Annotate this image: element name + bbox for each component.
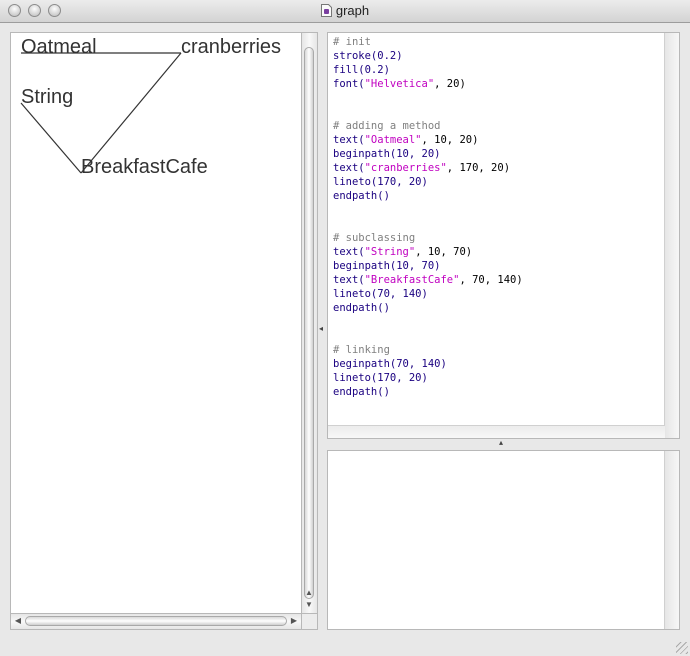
canvas-drawing: Oatmeal cranberries String BreakfastCafe bbox=[20, 36, 281, 178]
code-line: text( bbox=[333, 274, 365, 286]
python-document-icon bbox=[320, 4, 332, 17]
resize-grip-icon[interactable] bbox=[676, 642, 688, 654]
code-line: text( bbox=[333, 162, 365, 174]
code-horizontal-scrollbar[interactable] bbox=[328, 425, 665, 438]
graphics-canvas[interactable]: Oatmeal cranberries String BreakfastCafe bbox=[10, 32, 302, 614]
code-line: beginpath(10, 70) bbox=[333, 260, 441, 272]
code-comment: # adding a method bbox=[333, 120, 441, 132]
split-grip-icon: ◂ bbox=[319, 324, 324, 333]
label-oatmeal: Oatmeal bbox=[21, 36, 97, 58]
code-args: , 170, 20) bbox=[446, 162, 511, 174]
code-vertical-scrollbar[interactable] bbox=[664, 33, 679, 438]
code-editor[interactable]: # init stroke(0.2) fill(0.2) font("Helve… bbox=[327, 32, 680, 439]
code-comment: # linking bbox=[333, 344, 390, 356]
canvas-horizontal-scrollbar[interactable]: ◀ ▶ bbox=[10, 614, 302, 630]
code-comment: # subclassing bbox=[333, 232, 416, 244]
code-args: , 10, 20) bbox=[421, 134, 479, 146]
code-line: text( bbox=[333, 134, 365, 146]
code-args: , 10, 70) bbox=[415, 246, 473, 258]
code-line: font( bbox=[333, 78, 365, 90]
code-line: lineto(70, 140) bbox=[333, 288, 428, 300]
code-args: , 70, 140) bbox=[459, 274, 523, 286]
window-title: graph bbox=[0, 3, 690, 18]
scroll-corner bbox=[302, 614, 318, 630]
canvas-vertical-scrollbar[interactable]: ▲ ▼ bbox=[302, 32, 318, 614]
window-titlebar[interactable]: graph bbox=[0, 0, 690, 23]
code-text[interactable]: # init stroke(0.2) fill(0.2) font("Helve… bbox=[328, 33, 664, 399]
output-console[interactable] bbox=[327, 450, 680, 630]
split-grip-icon: ▴ bbox=[499, 438, 504, 447]
path-string-breakfastcafe bbox=[20, 102, 82, 174]
canvas-horizontal-scroll-thumb[interactable] bbox=[25, 616, 287, 626]
code-line: beginpath(10, 20) bbox=[333, 148, 441, 160]
scroll-right-arrow-icon[interactable]: ▶ bbox=[287, 616, 301, 626]
canvas-vertical-scroll-thumb[interactable] bbox=[304, 47, 314, 599]
code-line: endpath() bbox=[333, 386, 390, 398]
code-string: "Oatmeal" bbox=[364, 134, 422, 146]
code-line: text( bbox=[333, 246, 365, 258]
code-line: endpath() bbox=[333, 190, 390, 202]
code-args: , 20) bbox=[434, 78, 466, 90]
code-line: fill(0.2) bbox=[333, 64, 390, 76]
code-string: "cranberries" bbox=[364, 162, 447, 174]
scroll-left-arrow-icon[interactable]: ◀ bbox=[11, 616, 25, 626]
code-comment: # init bbox=[333, 36, 371, 48]
label-string: String bbox=[21, 86, 73, 108]
scroll-down-arrow-icon[interactable]: ▼ bbox=[302, 600, 316, 610]
window-title-text: graph bbox=[335, 3, 370, 18]
label-breakfastcafe: BreakfastCafe bbox=[81, 156, 208, 178]
vertical-split-divider[interactable]: ◂ bbox=[318, 32, 327, 630]
window-bottom-bar bbox=[0, 630, 690, 656]
label-cranberries: cranberries bbox=[181, 36, 281, 58]
output-vertical-scrollbar[interactable] bbox=[664, 451, 679, 629]
code-string: "String" bbox=[364, 246, 416, 258]
code-string: "Helvetica" bbox=[364, 78, 435, 90]
code-line: lineto(170, 20) bbox=[333, 372, 428, 384]
code-line: beginpath(70, 140) bbox=[333, 358, 447, 370]
code-line: stroke(0.2) bbox=[333, 50, 403, 62]
scroll-up-arrow-icon[interactable]: ▲ bbox=[302, 588, 316, 598]
code-line: lineto(170, 20) bbox=[333, 176, 428, 188]
path-link bbox=[80, 52, 182, 174]
code-line: endpath() bbox=[333, 302, 390, 314]
code-string: "BreakfastCafe" bbox=[364, 274, 460, 286]
horizontal-split-divider[interactable]: ▴ bbox=[327, 438, 680, 450]
